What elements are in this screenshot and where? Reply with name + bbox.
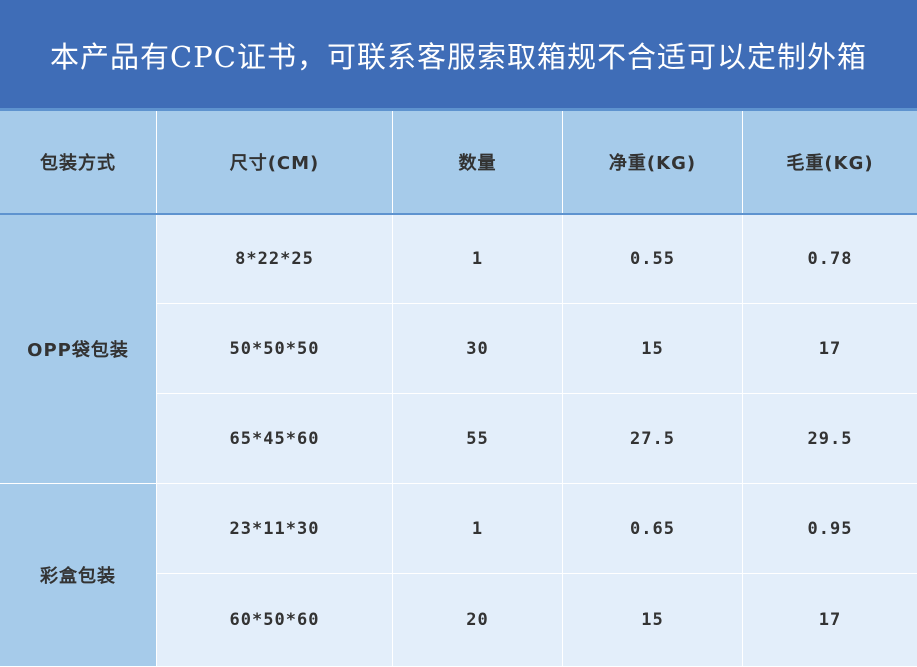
group-label-opp-bag: OPP袋包装 xyxy=(0,214,157,484)
cell-size: 60*50*60 xyxy=(157,574,393,667)
cell-net-weight: 27.5 xyxy=(563,394,743,484)
cell-quantity: 1 xyxy=(393,484,563,574)
header-gross-weight: 毛重(KG) xyxy=(743,110,917,214)
spec-sheet: 本产品有CPC证书，可联系客服索取箱规不合适可以定制外箱 包装方式 尺寸(CM)… xyxy=(0,0,917,667)
cell-size: 65*45*60 xyxy=(157,394,393,484)
header-quantity: 数量 xyxy=(393,110,563,214)
cell-gross-weight: 0.95 xyxy=(743,484,917,574)
cell-quantity: 20 xyxy=(393,574,563,667)
cell-net-weight: 15 xyxy=(563,574,743,667)
cell-size: 50*50*50 xyxy=(157,304,393,394)
cell-size: 8*22*25 xyxy=(157,214,393,304)
header-net-weight: 净重(KG) xyxy=(563,110,743,214)
cell-gross-weight: 17 xyxy=(743,304,917,394)
cell-quantity: 55 xyxy=(393,394,563,484)
header-packaging-method: 包装方式 xyxy=(0,110,157,214)
title-divider xyxy=(0,108,917,111)
cell-net-weight: 0.55 xyxy=(563,214,743,304)
header-divider xyxy=(0,213,917,215)
cell-quantity: 30 xyxy=(393,304,563,394)
cell-gross-weight: 0.78 xyxy=(743,214,917,304)
cell-net-weight: 0.65 xyxy=(563,484,743,574)
group-label-color-box: 彩盒包装 xyxy=(0,484,157,667)
packaging-table: 包装方式 尺寸(CM) 数量 净重(KG) 毛重(KG) OPP袋包装 8*22… xyxy=(0,110,917,667)
cell-net-weight: 15 xyxy=(563,304,743,394)
banner-title: 本产品有CPC证书，可联系客服索取箱规不合适可以定制外箱 xyxy=(0,0,917,110)
cell-gross-weight: 17 xyxy=(743,574,917,667)
cell-quantity: 1 xyxy=(393,214,563,304)
cell-gross-weight: 29.5 xyxy=(743,394,917,484)
cell-size: 23*11*30 xyxy=(157,484,393,574)
header-size: 尺寸(CM) xyxy=(157,110,393,214)
